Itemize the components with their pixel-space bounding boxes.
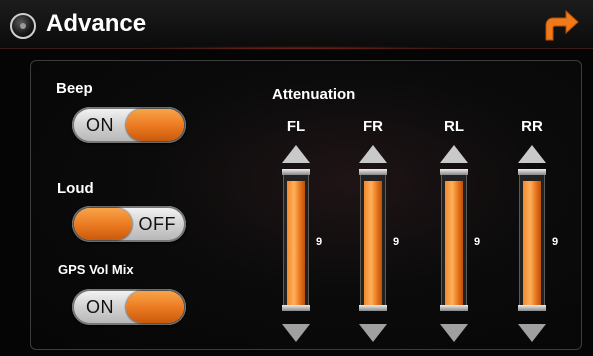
slider-fill <box>287 181 305 305</box>
channel-fl: FL 9 <box>266 118 326 344</box>
slider-cap <box>518 305 546 311</box>
loud-toggle[interactable]: OFF <box>72 206 186 242</box>
slider-cap <box>359 169 387 175</box>
slider-fill <box>364 181 382 305</box>
loud-toggle-state: OFF <box>138 214 176 234</box>
channel-fr: FR 9 <box>343 118 403 344</box>
channel-label: RR <box>521 118 543 135</box>
page-title: Advance <box>46 10 147 37</box>
down-arrow-icon[interactable] <box>440 324 468 342</box>
toggle-knob[interactable] <box>126 291 184 323</box>
attenuation-slider[interactable] <box>440 169 468 311</box>
channel-rr: RR 9 <box>502 118 562 344</box>
down-arrow-icon[interactable] <box>518 324 546 342</box>
channel-value: 9 <box>393 236 400 248</box>
beep-toggle-state: ON <box>86 115 114 135</box>
attenuation-slider[interactable] <box>282 169 310 311</box>
toggle-knob[interactable] <box>74 208 132 240</box>
return-arrow-icon[interactable] <box>540 8 580 42</box>
down-arrow-icon[interactable] <box>282 324 310 342</box>
slider-cap <box>518 169 546 175</box>
beep-label: Beep <box>56 80 93 97</box>
channel-label: FL <box>286 118 306 135</box>
slider-cap <box>282 169 310 175</box>
attenuation-title: Attenuation <box>272 86 356 103</box>
header-divider-glow <box>130 46 470 50</box>
gps-vol-mix-label: GPS Vol Mix <box>58 262 134 277</box>
slider-cap <box>440 305 468 311</box>
title-bar: Advance <box>0 0 593 49</box>
gps-vol-mix-toggle-state: ON <box>86 297 114 317</box>
gps-vol-mix-toggle[interactable]: ON <box>72 289 186 325</box>
attenuation-slider[interactable] <box>518 169 546 311</box>
down-arrow-icon[interactable] <box>359 324 387 342</box>
up-arrow-icon[interactable] <box>359 145 387 163</box>
channel-value: 9 <box>316 236 323 248</box>
attenuation-slider[interactable] <box>359 169 387 311</box>
up-arrow-icon[interactable] <box>518 145 546 163</box>
slider-fill <box>445 181 463 305</box>
slider-cap <box>440 169 468 175</box>
channel-value: 9 <box>552 236 559 248</box>
slider-cap <box>282 305 310 311</box>
up-arrow-icon[interactable] <box>440 145 468 163</box>
slider-cap <box>359 305 387 311</box>
slider-fill <box>523 181 541 305</box>
channel-label: FR <box>363 118 383 135</box>
channel-label: RL <box>444 118 464 135</box>
channel-value: 9 <box>474 236 481 248</box>
disc-icon <box>10 13 36 39</box>
loud-label: Loud <box>57 180 94 197</box>
up-arrow-icon[interactable] <box>282 145 310 163</box>
beep-toggle[interactable]: ON <box>72 107 186 143</box>
channel-rl: RL 9 <box>424 118 484 344</box>
toggle-knob[interactable] <box>126 109 184 141</box>
